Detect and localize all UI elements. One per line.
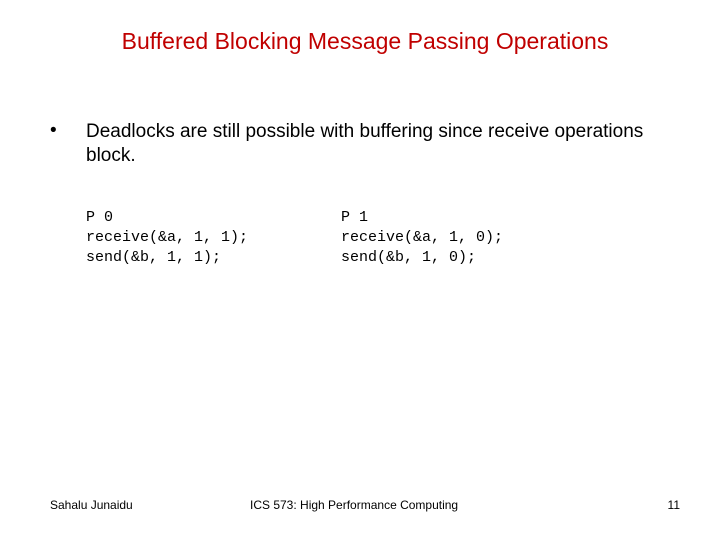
slide-footer: Sahalu Junaidu ICS 573: High Performance… <box>0 498 720 512</box>
code-column-p1: P 1 receive(&a, 1, 0); send(&b, 1, 0); <box>341 208 680 269</box>
footer-author: Sahalu Junaidu <box>50 498 240 512</box>
bullet-text: Deadlocks are still possible with buffer… <box>86 120 680 168</box>
footer-course: ICS 573: High Performance Computing <box>240 498 640 512</box>
code-column-p0: P 0 receive(&a, 1, 1); send(&b, 1, 1); <box>86 208 341 269</box>
code-label-p0: P 0 <box>86 208 341 228</box>
code-line: send(&b, 1, 0); <box>341 248 680 268</box>
code-line: receive(&a, 1, 0); <box>341 228 680 248</box>
bullet-item: • Deadlocks are still possible with buff… <box>50 120 680 168</box>
slide-title: Buffered Blocking Message Passing Operat… <box>0 0 720 55</box>
bullet-marker: • <box>50 120 86 142</box>
code-label-p1: P 1 <box>341 208 680 228</box>
footer-page-number: 11 <box>640 498 680 512</box>
code-columns: P 0 receive(&a, 1, 1); send(&b, 1, 1); P… <box>86 208 680 269</box>
code-line: receive(&a, 1, 1); <box>86 228 341 248</box>
slide-body: • Deadlocks are still possible with buff… <box>0 55 720 268</box>
code-line: send(&b, 1, 1); <box>86 248 341 268</box>
